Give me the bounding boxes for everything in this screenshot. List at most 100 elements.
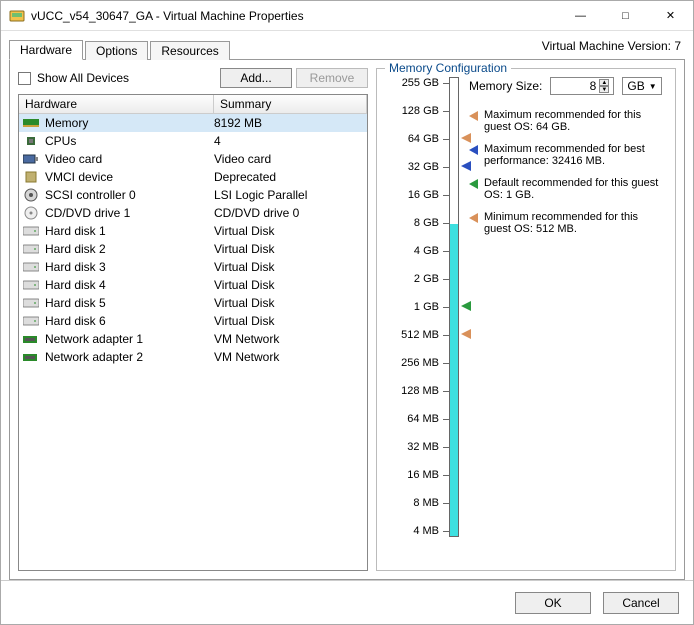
slider-tick-label: 16 GB — [408, 189, 439, 201]
desc-max-perf: Maximum recommended for best performance… — [469, 143, 667, 167]
hw-summary: VM Network — [214, 350, 363, 364]
tab-options[interactable]: Options — [85, 41, 148, 60]
desc-default: Default recommended for this guest OS: 1… — [469, 177, 667, 201]
hw-name: Hard disk 6 — [45, 314, 106, 328]
slider-marker-default — [461, 300, 471, 314]
memory-slider[interactable]: 255 GB128 GB64 GB32 GB16 GB8 GB4 GB2 GB1… — [385, 77, 459, 562]
hw-summary: 8192 MB — [214, 116, 363, 130]
memory-config-legend: Memory Configuration — [385, 61, 511, 75]
memory-size-spinner[interactable]: ▲▼ — [599, 79, 609, 93]
slider-tick-label: 128 MB — [401, 385, 439, 397]
table-row[interactable]: Hard disk 5Virtual Disk — [19, 294, 367, 312]
table-row[interactable]: CPUs4 — [19, 132, 367, 150]
hw-summary: Deprecated — [214, 170, 363, 184]
hw-summary: CD/DVD drive 0 — [214, 206, 363, 220]
close-button[interactable]: ✕ — [648, 1, 693, 30]
hw-name: CPUs — [45, 134, 76, 148]
hdd-icon — [23, 242, 39, 256]
hw-name: Video card — [45, 152, 102, 166]
table-row[interactable]: Network adapter 2VM Network — [19, 348, 367, 366]
table-row[interactable]: Hard disk 1Virtual Disk — [19, 222, 367, 240]
hdd-icon — [23, 296, 39, 310]
memory-size-unit-select[interactable]: GB▼ — [622, 77, 661, 95]
app-icon — [9, 8, 25, 24]
table-row[interactable]: Video card Video card — [19, 150, 367, 168]
memory-config-fieldset: Memory Configuration 255 GB128 GB64 GB32… — [376, 68, 676, 571]
net-icon — [23, 332, 39, 346]
vmci-icon — [23, 170, 39, 184]
hw-name: VMCI device — [45, 170, 113, 184]
hdd-icon — [23, 314, 39, 328]
memory-size-label: Memory Size: — [469, 79, 542, 93]
desc-max-guest: Maximum recommended for this guest OS: 6… — [469, 109, 667, 133]
hw-summary: VM Network — [214, 332, 363, 346]
triangle-icon — [469, 111, 478, 121]
hw-name: Hard disk 1 — [45, 224, 106, 238]
cancel-button[interactable]: Cancel — [603, 592, 679, 614]
add-button[interactable]: Add... — [220, 68, 292, 88]
hw-name: Network adapter 1 — [45, 332, 143, 346]
col-summary[interactable]: Summary — [214, 95, 367, 113]
tab-resources[interactable]: Resources — [150, 41, 229, 60]
slider-marker-min_guest — [461, 328, 471, 342]
mem-icon — [23, 116, 39, 130]
slider-tick-label: 128 GB — [402, 105, 439, 117]
memory-descriptions: Memory Size: 8 ▲▼ GB▼ — [469, 77, 667, 562]
show-all-devices-checkbox[interactable] — [18, 72, 31, 85]
slider-tick-label: 32 MB — [407, 441, 439, 453]
table-row[interactable]: Hard disk 4 Virtual Disk — [19, 276, 367, 294]
slider-tick-label: 4 MB — [413, 525, 439, 537]
hw-summary: Virtual Disk — [214, 278, 363, 292]
remove-button[interactable]: Remove — [296, 68, 368, 88]
minimize-button[interactable]: — — [558, 1, 603, 30]
hw-summary: LSI Logic Parallel — [214, 188, 363, 202]
table-row[interactable]: CD/DVD drive 1CD/DVD drive 0 — [19, 204, 367, 222]
triangle-icon — [469, 179, 478, 189]
slider-tick-label: 8 GB — [414, 217, 439, 229]
show-all-devices-label: Show All Devices — [37, 71, 129, 85]
hardware-table-body: Memory8192 MBCPUs4 Video card Video card VM… — [19, 114, 367, 570]
hw-name: Hard disk 3 — [45, 260, 106, 274]
hdd-icon — [23, 278, 39, 292]
hardware-list-column: Show All Devices Add... Remove Hardware … — [18, 68, 368, 571]
hw-summary: Virtual Disk — [214, 314, 363, 328]
table-row[interactable]: VMCI device Deprecated — [19, 168, 367, 186]
window-title: vUCC_v54_30647_GA - Virtual Machine Prop… — [31, 9, 558, 23]
col-hardware[interactable]: Hardware — [19, 95, 214, 113]
slider-tick-label: 32 GB — [408, 161, 439, 173]
table-row[interactable]: SCSI controller 0 LSI Logic Parallel — [19, 186, 367, 204]
vm-version-label: Virtual Machine Version: 7 — [542, 39, 681, 53]
slider-tick-label: 16 MB — [407, 469, 439, 481]
memory-size-input[interactable]: 8 ▲▼ — [550, 77, 614, 95]
scsi-icon — [23, 188, 39, 202]
tab-hardware[interactable]: Hardware — [9, 40, 83, 60]
cd-icon — [23, 206, 39, 220]
hardware-table: Hardware Summary Memory8192 MBCPUs4Video… — [18, 94, 368, 571]
hw-summary: Virtual Disk — [214, 242, 363, 256]
hw-summary: Virtual Disk — [214, 296, 363, 310]
slider-tick-label: 256 MB — [401, 357, 439, 369]
content-area: Hardware Options Resources Virtual Machi… — [1, 31, 693, 580]
slider-tick-label: 255 GB — [402, 77, 439, 89]
table-row[interactable]: Hard disk 2 Virtual Disk — [19, 240, 367, 258]
slider-tick-label: 4 GB — [414, 245, 439, 257]
table-row[interactable]: Memory8192 MB — [19, 114, 367, 132]
slider-tick-label: 64 GB — [408, 133, 439, 145]
slider-tick-label: 64 MB — [407, 413, 439, 425]
hw-name: Hard disk 4 — [45, 278, 106, 292]
hdd-icon — [23, 260, 39, 274]
titlebar: vUCC_v54_30647_GA - Virtual Machine Prop… — [1, 1, 693, 31]
ok-button[interactable]: OK — [515, 592, 591, 614]
slider-marker-max_guest — [461, 132, 471, 146]
table-row[interactable]: Hard disk 3Virtual Disk — [19, 258, 367, 276]
maximize-button[interactable]: □ — [603, 1, 648, 30]
hw-name: SCSI controller 0 — [45, 188, 136, 202]
table-row[interactable]: Hard disk 6 Virtual Disk — [19, 312, 367, 330]
slider-tick-label: 512 MB — [401, 329, 439, 341]
net-icon — [23, 350, 39, 364]
vm-properties-window: vUCC_v54_30647_GA - Virtual Machine Prop… — [0, 0, 694, 625]
hdd-icon — [23, 224, 39, 238]
hw-summary: Video card — [214, 152, 363, 166]
hw-name: Hard disk 2 — [45, 242, 106, 256]
table-row[interactable]: Network adapter 1 VM Network — [19, 330, 367, 348]
